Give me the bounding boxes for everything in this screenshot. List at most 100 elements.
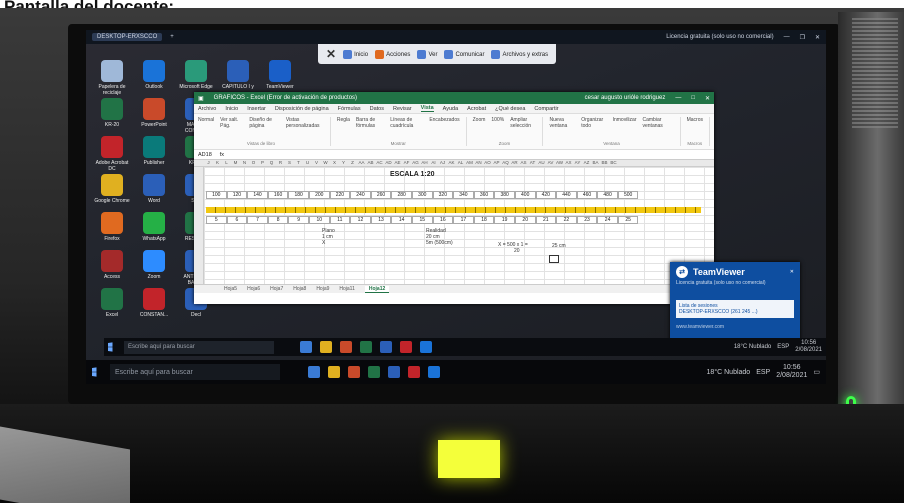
column-header[interactable]: AP (492, 160, 501, 166)
sheet-tab[interactable]: Hoja6 (247, 286, 260, 292)
taskbar-app-icon[interactable] (348, 366, 360, 378)
column-header[interactable]: Y (339, 160, 348, 166)
taskbar-app-icon[interactable] (388, 366, 400, 378)
desktop-icon[interactable]: Access (92, 250, 132, 280)
column-header[interactable]: BC (609, 160, 618, 166)
scale-cell-top[interactable]: 280 (391, 191, 412, 199)
menu-tab[interactable]: Acrobat (467, 106, 486, 112)
scale-cell-top[interactable]: 320 (432, 191, 454, 199)
session-entry[interactable]: DESKTOP-ERXSCCO (261 245 ...) (679, 309, 791, 315)
menu-tab[interactable]: Fórmulas (338, 106, 361, 112)
scale-cell-top[interactable]: 220 (329, 191, 351, 199)
scale-cell-top[interactable]: 120 (226, 191, 248, 199)
ribbon-button[interactable]: Ampliar selección (510, 117, 536, 129)
scale-cell-top[interactable]: 500 (617, 191, 639, 199)
ribbon-button[interactable]: Inmovilizar (613, 117, 637, 129)
scale-cell-bottom[interactable]: 13 (370, 216, 392, 224)
column-header[interactable]: K (213, 160, 222, 166)
scale-cell-bottom[interactable]: 24 (597, 216, 618, 224)
menu-tab[interactable]: Compartir (534, 106, 558, 112)
desktop-icon[interactable]: Outlook (134, 60, 174, 90)
excel-minimize-icon[interactable]: — (675, 95, 681, 101)
desktop-icon[interactable]: Firefox (92, 212, 132, 242)
scale-cell-bottom[interactable]: 7 (247, 216, 268, 224)
desktop-icon[interactable]: KR-20 (92, 98, 132, 128)
plus-icon[interactable]: + (170, 34, 174, 40)
taskbar-app-icon[interactable] (328, 366, 340, 378)
column-header[interactable]: AX (564, 160, 573, 166)
column-header[interactable]: AM (465, 160, 474, 166)
scale-cell-top[interactable]: 200 (308, 191, 330, 199)
column-header[interactable]: AH (420, 160, 429, 166)
column-header[interactable]: AJ (438, 160, 447, 166)
scale-cell-top[interactable]: 180 (288, 191, 309, 199)
name-box[interactable]: AD18 (198, 152, 212, 158)
ribbon-button[interactable]: Cambiar ventanas (643, 117, 674, 129)
menu-tab[interactable]: Vista (420, 105, 434, 112)
column-header[interactable]: S (285, 160, 294, 166)
column-header[interactable]: AR (510, 160, 519, 166)
scale-cell-top[interactable]: 140 (247, 191, 268, 199)
column-header[interactable]: AC (375, 160, 384, 166)
column-header[interactable]: AZ (582, 160, 591, 166)
autosave-icon[interactable]: ▣ (198, 95, 204, 102)
ribbon-button[interactable]: Zoom (473, 117, 486, 129)
scale-cell-top[interactable]: 380 (494, 191, 515, 199)
taskbar-app-icon[interactable] (340, 341, 352, 353)
desktop-icon[interactable]: Adobe Acrobat DC (92, 136, 132, 172)
excel-maximize-icon[interactable]: □ (691, 95, 695, 101)
taskbar-app-icon[interactable] (300, 341, 312, 353)
column-header[interactable]: Z (348, 160, 357, 166)
column-header[interactable]: AA (357, 160, 366, 166)
column-header[interactable]: AU (537, 160, 546, 166)
column-header[interactable]: AQ (501, 160, 510, 166)
menu-tab[interactable]: ¿Qué desea (495, 106, 525, 112)
scale-cell-top[interactable]: 100 (206, 191, 227, 199)
toolbar-item-view[interactable]: Ver (417, 49, 437, 59)
column-header[interactable]: U (303, 160, 312, 166)
menu-tab[interactable]: Datos (370, 106, 384, 112)
scale-cell-top[interactable]: 480 (597, 191, 618, 199)
column-header[interactable]: AL (456, 160, 465, 166)
scale-cell-bottom[interactable]: 5 (206, 216, 227, 224)
remote-tab[interactable]: DESKTOP-ERXSCCO (92, 33, 163, 41)
desktop-icon[interactable]: Zoom (134, 250, 174, 280)
scale-cell-top[interactable]: 360 (473, 191, 495, 199)
column-header[interactable]: N (240, 160, 249, 166)
column-header[interactable]: AO (483, 160, 492, 166)
scale-cell-bottom[interactable]: 17 (453, 216, 474, 224)
desktop-icon[interactable]: Google Chrome (92, 174, 132, 204)
notifications-icon[interactable]: ▭ (813, 368, 820, 376)
column-header[interactable]: W (321, 160, 330, 166)
ribbon-button[interactable]: Nueva ventana (549, 117, 575, 129)
desktop-icon[interactable]: CONSTAN... (134, 288, 174, 318)
windows-start-icon[interactable] (108, 342, 113, 352)
taskbar-app-icon[interactable] (428, 366, 440, 378)
scale-cell-bottom[interactable]: 20 (514, 216, 536, 224)
column-header[interactable]: AE (393, 160, 402, 166)
column-header[interactable]: AT (528, 160, 537, 166)
close-session-icon[interactable]: ✕ (326, 47, 336, 61)
teamviewer-close-icon[interactable]: ✕ (790, 269, 794, 275)
taskbar-app-icon[interactable] (360, 341, 372, 353)
spreadsheet-grid[interactable]: J K L M N O P Q R S T U V W X Y Z AA AB AC AD AE AF AG AH AI AJ AK A… (194, 160, 714, 284)
menu-tab[interactable]: Inicio (225, 106, 238, 112)
weather-text[interactable]: 18°C Nublado (734, 344, 771, 350)
column-header[interactable]: BB (600, 160, 609, 166)
scale-cell-bottom[interactable]: 23 (576, 216, 598, 224)
scale-cell-bottom[interactable]: 9 (288, 216, 309, 224)
desktop-icon[interactable]: Publisher (134, 136, 174, 166)
desktop-icon[interactable]: Word (134, 174, 174, 204)
taskbar-app-icon[interactable] (380, 341, 392, 353)
menu-tab[interactable]: Archivo (198, 106, 216, 112)
toolbar-item-files[interactable]: Archivos y extras (491, 49, 548, 59)
column-header[interactable]: O (249, 160, 258, 166)
column-header[interactable]: AY (573, 160, 582, 166)
scale-cell-top[interactable]: 240 (350, 191, 371, 199)
column-header[interactable]: AB (366, 160, 375, 166)
ribbon-button[interactable]: Diseño de página (249, 117, 279, 129)
taskbar-app-icon[interactable] (320, 341, 332, 353)
lang-text[interactable]: ESP (777, 344, 789, 350)
taskbar-app-icon[interactable] (420, 341, 432, 353)
ribbon-button[interactable]: Ver salt. Pág. (220, 117, 243, 129)
